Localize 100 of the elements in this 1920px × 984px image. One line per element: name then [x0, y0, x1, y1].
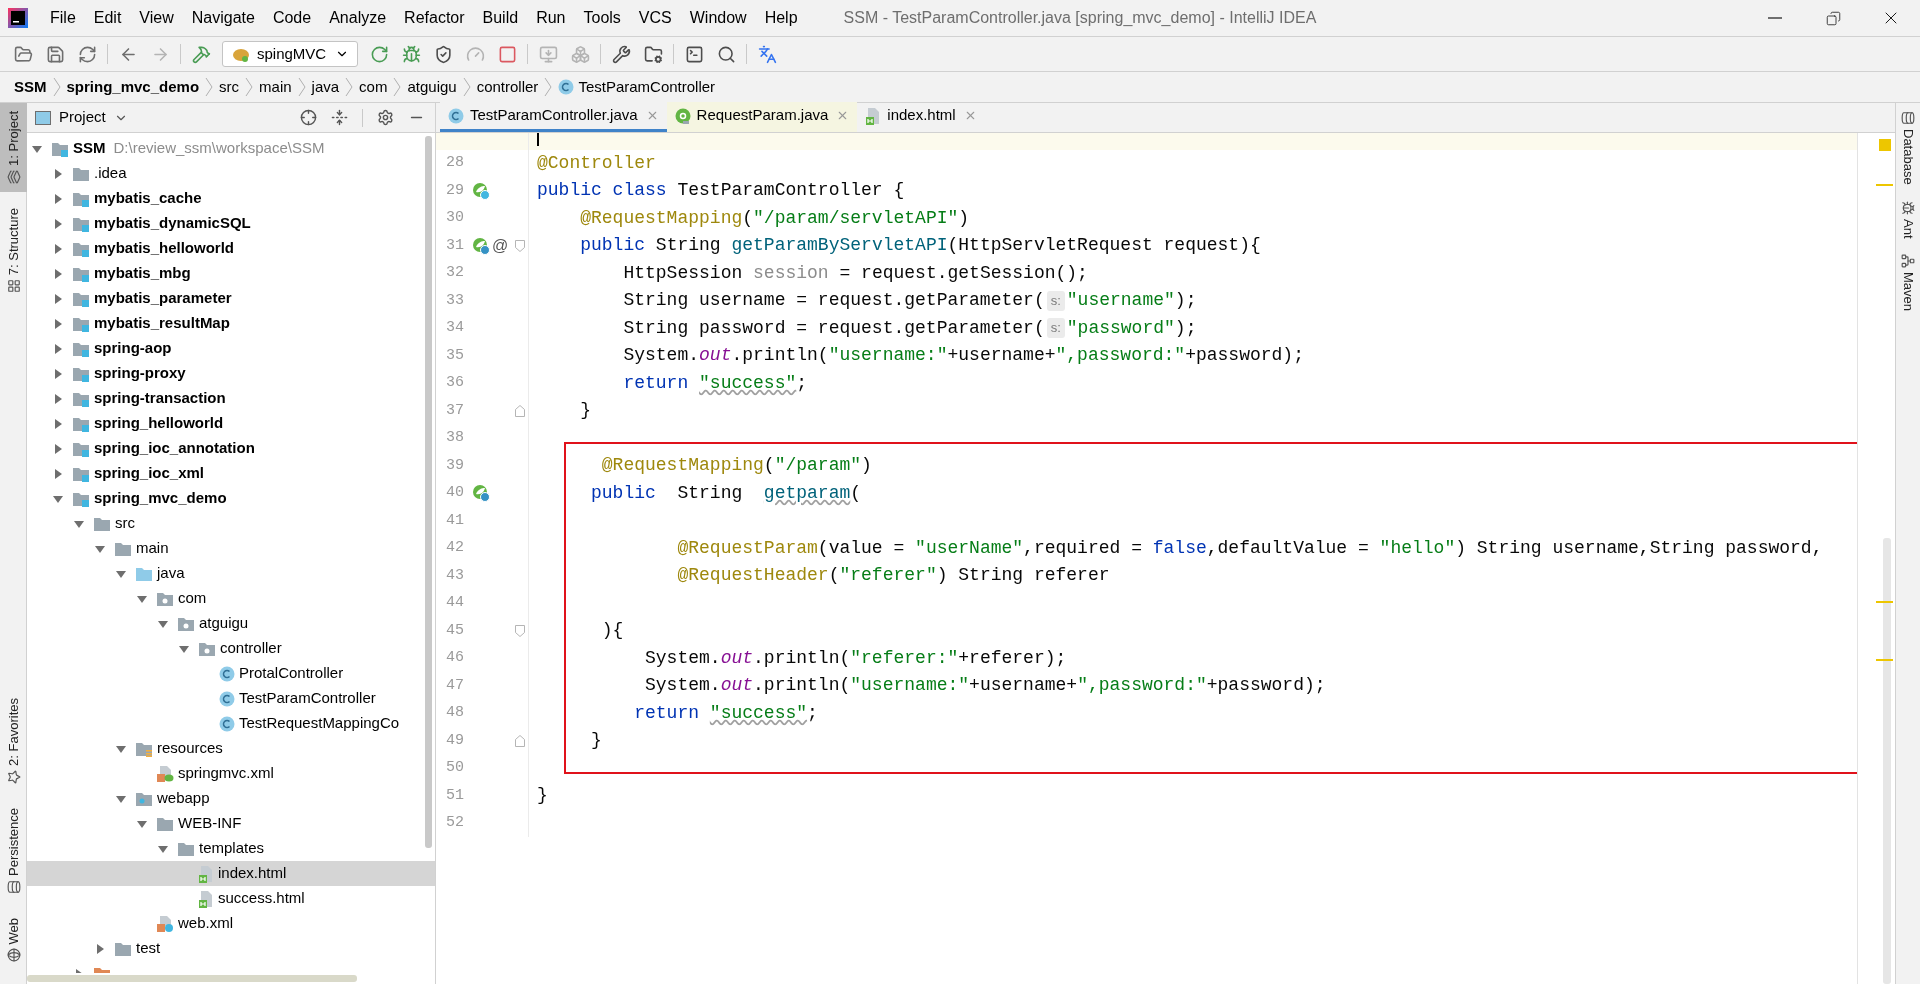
tool-window-button[interactable]: Web	[0, 909, 27, 970]
tree-row[interactable]: spring-aop	[27, 336, 435, 361]
collapsed-arrow-icon[interactable]	[52, 192, 64, 205]
breadcrumb-item[interactable]: java	[311, 75, 340, 99]
bean-icon[interactable]	[472, 484, 490, 503]
collapsed-arrow-icon[interactable]	[52, 317, 64, 330]
tree-row[interactable]: src	[27, 511, 435, 536]
editor-tab[interactable]: RequestParam.java	[666, 102, 858, 132]
tree-row[interactable]: mybatis_parameter	[27, 286, 435, 311]
tree-row[interactable]: spring_ioc_xml	[27, 461, 435, 486]
tree-row[interactable]: main	[27, 536, 435, 561]
tree-row[interactable]: .idea	[27, 161, 435, 186]
scrollbar[interactable]	[1883, 538, 1891, 984]
editor-tab[interactable]: index.html	[857, 102, 985, 132]
run-configuration-dropdown[interactable]: spingMVC	[222, 41, 358, 67]
bean-icon[interactable]	[472, 181, 490, 200]
tree-label: ProtalController	[239, 663, 344, 684]
tool-window-button[interactable]: Persistence	[0, 799, 27, 902]
tree-row[interactable]: resources	[27, 736, 435, 761]
menu-item[interactable]: Run	[528, 6, 574, 30]
breadcrumb-item[interactable]: main	[259, 75, 292, 99]
menu-item[interactable]: Code	[264, 6, 320, 30]
tree-row[interactable]: mybatis_helloworld	[27, 236, 435, 261]
tree-row[interactable]: SSM D:\review_ssm\workspace\SSM	[27, 136, 435, 161]
breadcrumb-item[interactable]: atguigu	[407, 75, 457, 99]
tool-window-button[interactable]: Database	[1898, 111, 1918, 185]
breadcrumb-item[interactable]: com	[359, 75, 388, 99]
tree-row[interactable]: mybatis_resultMap	[27, 311, 435, 336]
panel-title[interactable]: Project	[59, 106, 106, 129]
editor-tab[interactable]: TestParamController.java	[440, 102, 667, 132]
scrollbar[interactable]	[27, 975, 357, 982]
collapsed-arrow-icon[interactable]	[52, 242, 64, 255]
menu-item[interactable]: Build	[474, 6, 527, 30]
tree-row[interactable]: spring-transaction	[27, 386, 435, 411]
breadcrumb-item[interactable]: SSM	[14, 75, 47, 99]
tree-row[interactable]: mybatis_cache	[27, 186, 435, 211]
warning-marker[interactable]	[1876, 184, 1893, 186]
tree-row[interactable]: atguigu	[27, 611, 435, 636]
collapsed-arrow-icon[interactable]	[52, 342, 64, 355]
tree-row[interactable]: ProtalController	[27, 661, 435, 686]
tree-row[interactable]: templates	[27, 836, 435, 861]
tree-row[interactable]: mybatis_dynamicSQL	[27, 211, 435, 236]
menu-item[interactable]: Edit	[85, 6, 130, 30]
tree-row[interactable]: TestRequestMappingCo	[27, 711, 435, 736]
collapsed-arrow-icon[interactable]	[52, 167, 64, 180]
parameter-hint: s:	[1046, 290, 1065, 311]
collapsed-arrow-icon[interactable]	[94, 942, 106, 955]
gutter-annotation[interactable]: @	[492, 233, 509, 258]
menu-item[interactable]: Analyze	[321, 6, 395, 30]
tree-row[interactable]: springmvc.xml	[27, 761, 435, 786]
warning-marker[interactable]	[1876, 659, 1893, 661]
bean-icon[interactable]	[472, 236, 490, 255]
tree-row[interactable]: spring_ioc_annotation	[27, 436, 435, 461]
collapsed-arrow-icon[interactable]	[52, 292, 64, 305]
tree-row[interactable]: success.html	[27, 886, 435, 911]
tool-window-button[interactable]: 7: Structure	[0, 199, 27, 302]
collapsed-arrow-icon[interactable]	[52, 467, 64, 480]
scrollbar[interactable]	[425, 136, 432, 848]
breadcrumb-item[interactable]: src	[219, 75, 240, 99]
breadcrumb-separator-icon	[462, 77, 471, 97]
tree-row[interactable]: spring_helloworld	[27, 411, 435, 436]
collapsed-arrow-icon[interactable]	[52, 267, 64, 280]
menu-item[interactable]: Navigate	[183, 6, 263, 30]
menu-item[interactable]: View	[131, 6, 182, 30]
tree-row[interactable]: spring_mvc_demo	[27, 486, 435, 511]
settings-icon[interactable]	[377, 109, 394, 126]
menu-item[interactable]: Tools	[575, 6, 629, 30]
tree-row[interactable]: controller	[27, 636, 435, 661]
menu-item[interactable]: VCS	[630, 6, 680, 30]
tree-row[interactable]: com	[27, 586, 435, 611]
breadcrumb-item[interactable]: spring_mvc_demo	[66, 75, 200, 99]
warning-marker[interactable]	[1876, 601, 1893, 603]
folder-icon	[93, 515, 111, 532]
menu-item[interactable]: Help	[756, 6, 806, 30]
tool-window-button[interactable]: 1: Project	[0, 103, 27, 192]
collapsed-arrow-icon[interactable]	[52, 392, 64, 405]
tree-row[interactable]: mybatis_mbg	[27, 261, 435, 286]
tree-row[interactable]: spring-proxy	[27, 361, 435, 386]
collapsed-arrow-icon[interactable]	[52, 217, 64, 230]
menu-item[interactable]: Refactor	[396, 6, 473, 30]
locate-icon[interactable]	[300, 109, 317, 126]
tree-row[interactable]: WEB-INF	[27, 811, 435, 836]
breadcrumb-item[interactable]: TestParamController	[578, 75, 716, 99]
tree-row[interactable]: web.xml	[27, 911, 435, 936]
tool-window-button[interactable]: 2: Favorites	[0, 689, 27, 792]
breadcrumb-item[interactable]: controller	[476, 75, 539, 99]
window-title: SSM - TestParamController.java [spring_mvc_demo] - IntelliJ IDEA	[843, 8, 1317, 28]
menu-item[interactable]: Window	[681, 6, 755, 30]
tree-row[interactable]: index.html	[27, 861, 435, 886]
menu-item[interactable]: File	[42, 6, 84, 30]
collapse-all-icon[interactable]	[331, 109, 348, 126]
tool-window-button[interactable]: Maven	[1898, 254, 1918, 312]
tree-row[interactable]: TestParamController	[27, 686, 435, 711]
collapsed-arrow-icon[interactable]	[52, 417, 64, 430]
tool-window-button[interactable]: Ant	[1898, 200, 1918, 239]
collapsed-arrow-icon[interactable]	[52, 442, 64, 455]
tree-row[interactable]: java	[27, 561, 435, 586]
tree-row[interactable]: test	[27, 936, 435, 961]
tree-row[interactable]: webapp	[27, 786, 435, 811]
collapsed-arrow-icon[interactable]	[52, 367, 64, 380]
